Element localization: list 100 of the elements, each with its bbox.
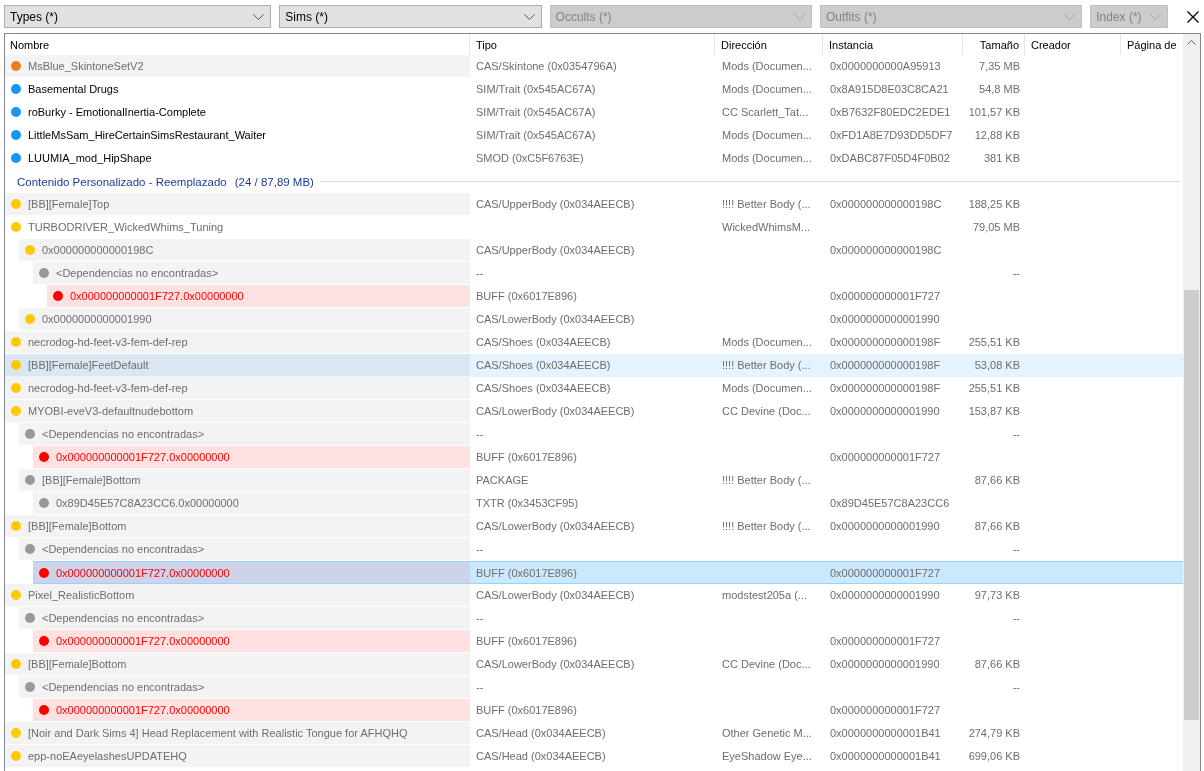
folder-path: Mods (Documen...	[722, 60, 812, 72]
folder-path: CC Devine (Doc...	[722, 658, 811, 670]
tree-row[interactable]: 0x0000000000001990 CAS/LowerBody (0x034AEECB) 0x0000000000001990	[19, 308, 1183, 331]
file-size: 699,06 KB	[968, 750, 1020, 762]
file-name: necrodog-hd-feet-v3-fem-def-rep	[28, 382, 188, 394]
tree-row[interactable]: roBurky - EmotionalInertia-Complete SIM/Trait (0x545AC67A) CC Scarlett_Tat... 0xB7632F80EDC2EDE1 101,57 KB	[5, 101, 1183, 124]
type-label: BUFF (0x6017E896)	[476, 635, 577, 647]
file-name: MYOBI-eveV3-defaultnudebottom	[28, 405, 194, 417]
folder-path: !!!! Better Body (...	[722, 359, 811, 371]
file-size: 7,35 MB	[979, 60, 1020, 72]
tree-row[interactable]: necrodog-hd-feet-v3-fem-def-rep CAS/Shoes (0x034AEECB) Mods (Documen... 0x000000000000198F 255,51 KB	[5, 331, 1183, 354]
tree-row[interactable]: <Dependencias no encontradas> -- --	[19, 607, 1183, 630]
file-name: Basemental Drugs	[28, 83, 119, 95]
folder-path: Mods (Documen...	[722, 129, 812, 141]
file-name: [BB][Female]Bottom	[28, 520, 127, 532]
instance-id: 0x000000000000198C	[830, 244, 942, 256]
instance-id: 0x000000000001F727	[830, 635, 941, 647]
type-label: CAS/LowerBody (0x034AEECB)	[476, 520, 635, 532]
file-name: [BB][Female]Top	[28, 198, 110, 210]
tree-row[interactable]: [BB][Female]Bottom CAS/LowerBody (0x034AEECB) !!!! Better Body (... 0x0000000000001990 87,66 KB	[5, 515, 1183, 538]
file-size: 54,8 MB	[979, 83, 1020, 95]
tree-row[interactable]: 0x000000000001F727.0x00000000 BUFF (0x6017E896) 0x000000000001F727	[47, 285, 1183, 308]
tree-row[interactable]: [BB][Female]FeetDefault CAS/Shoes (0x034AEECB) !!!! Better Body (... 0x000000000000198F 53,08 KB	[5, 354, 1183, 377]
file-name: <Dependencias no encontradas>	[42, 543, 205, 555]
instance-id: 0x000000000000198C	[830, 198, 942, 210]
file-size: --	[1012, 681, 1020, 693]
instance-id: 0x000000000001F727	[830, 451, 941, 463]
column-header[interactable]: Tamaño	[963, 34, 1025, 55]
type-label: CAS/Shoes (0x034AEECB)	[476, 382, 611, 394]
tree-row[interactable]: [Noir and Dark Sims 4] Head Replacement with Realistic Tongue for AFHQHQ CAS/Head (0x034AEECB) Other Genetic M... 0x0000000000001B41 274,79 KB	[5, 722, 1183, 745]
file-name: 0x000000000001F727.0x00000000	[56, 635, 230, 647]
file-name: roBurky - EmotionalInertia-Complete	[28, 106, 206, 118]
file-name: <Dependencias no encontradas>	[42, 681, 205, 693]
tree-row[interactable]: <Dependencias no encontradas> -- --	[33, 262, 1183, 285]
type-label: CAS/UpperBody (0x034AEECB)	[476, 198, 635, 210]
folder-path: !!!! Better Body (...	[722, 474, 811, 486]
tree-row[interactable]: 0x000000000001F727.0x00000000 BUFF (0x6017E896) 0x000000000001F727	[33, 630, 1183, 653]
file-size: 12,88 KB	[974, 129, 1020, 141]
type-label: BUFF (0x6017E896)	[476, 290, 577, 302]
tree-row[interactable]: 0x000000000000198C CAS/UpperBody (0x034AEECB) 0x000000000000198C	[19, 239, 1183, 262]
folder-path: CC Scarlett_Tat...	[722, 106, 809, 118]
file-size: 255,51 KB	[968, 336, 1020, 348]
tree-row[interactable]: LUUMIA_mod_HipShape SMOD (0xC5F6763E) Mods (Documen... 0xDABC87F05D4F0B02 381 KB	[5, 147, 1183, 170]
type-label: BUFF (0x6017E896)	[476, 704, 577, 716]
tree-row[interactable]: MYOBI-eveV3-defaultnudebottom CAS/LowerBody (0x034AEECB) CC Devine (Doc... 0x0000000000001990 153,87 KB	[5, 400, 1183, 423]
folder-path: Other Genetic M...	[722, 727, 812, 739]
tree-row[interactable]: <Dependencias no encontradas> -- --	[19, 538, 1183, 561]
scrollbar[interactable]	[1183, 34, 1200, 771]
group-count: (24 / 87,89 MB)	[234, 175, 314, 188]
column-header[interactable]: Instancia	[823, 34, 963, 55]
file-size: 97,73 KB	[974, 589, 1020, 601]
chevron-up-icon[interactable]	[1187, 40, 1196, 45]
instance-id: 0xDABC87F05D4F0B02	[830, 152, 950, 164]
tree-row[interactable]: 0x000000000001F727.0x00000000 BUFF (0x6017E896) 0x000000000001F727	[33, 699, 1183, 722]
type-label: CAS/UpperBody (0x034AEECB)	[476, 244, 635, 256]
scrollbar-thumb[interactable]	[1184, 290, 1199, 720]
instance-id: 0x000000000000198F	[830, 359, 941, 371]
file-size: --	[1012, 543, 1020, 555]
tree-row[interactable]: Pixel_RealisticBottom CAS/LowerBody (0x034AEECB) modstest205a (... 0x0000000000001990 97,73 KB	[5, 584, 1183, 607]
type-label: --	[476, 267, 484, 279]
file-name: MsBlue_SkintoneSetV2	[28, 60, 144, 72]
instance-id: 0x0000000000001990	[830, 589, 940, 601]
column-header[interactable]: Página de	[1121, 34, 1183, 55]
instance-id: 0x0000000000001B41	[830, 750, 941, 762]
tree-row[interactable]: Basemental Drugs SIM/Trait (0x545AC67A) Mods (Documen... 0x8A915D8E03C8CA21 54,8 MB	[5, 78, 1183, 101]
file-name: 0x0000000000001990	[42, 313, 152, 325]
type-label: --	[476, 612, 484, 624]
instance-id: 0x8A915D8E03C8CA21	[830, 83, 949, 95]
type-label: CAS/Shoes (0x034AEECB)	[476, 336, 611, 348]
chevron-down-icon	[793, 13, 805, 20]
filter-dropdown[interactable]: Types (*)	[4, 5, 272, 28]
folder-path: CC Devine (Doc...	[722, 405, 811, 417]
tree-row[interactable]: 0x000000000001F727.0x00000000 BUFF (0x6017E896) 0x000000000001F727	[33, 446, 1183, 469]
tree-row[interactable]: epp-noEAeyelashesUPDATEHQ CAS/Head (0x034AEECB) EyeShadow Eye... 0x0000000000001B41 699,06 KB	[5, 745, 1183, 768]
file-size: 87,66 KB	[974, 658, 1020, 670]
tree-row[interactable]: 0x000000000001F727.0x00000000 BUFF (0x6017E896) 0x000000000001F727	[33, 561, 1183, 584]
filter-dropdown[interactable]: Sims (*)	[279, 5, 542, 28]
tree-row[interactable]: LittleMsSam_HireCertainSimsRestaurant_Waiter SIM/Trait (0x545AC67A) Mods (Documen... 0xFD1A8E7D93DD5DF7 12,88 KB	[5, 124, 1183, 147]
type-label: CAS/LowerBody (0x034AEECB)	[476, 313, 635, 325]
tree-row[interactable]: necrodog-hd-feet-v3-fem-def-rep CAS/Shoes (0x034AEECB) Mods (Documen... 0x000000000000198F 255,51 KB	[5, 377, 1183, 400]
tree-row[interactable]: MsBlue_SkintoneSetV2 CAS/Skintone (0x0354796A) Mods (Documen... 0x0000000000A95913 7,35 MB	[5, 55, 1183, 78]
column-header[interactable]: Dirección	[715, 34, 823, 55]
type-label: SIM/Trait (0x545AC67A)	[476, 83, 596, 95]
tree-row[interactable]: TURBODRIVER_WickedWhims_Tuning WickedWhimsM... 79,05 MB	[5, 216, 1183, 239]
tree-row[interactable]: 0x89D45E57C8A23CC6.0x00000000 TXTR (0x3453CF95) 0x89D45E57C8A23CC6	[33, 492, 1183, 515]
tree-row[interactable]: [BB][Female]Bottom PACKAGE !!!! Better Body (... 87,66 KB	[19, 469, 1183, 492]
tree-row[interactable]: <Dependencias no encontradas> -- --	[19, 423, 1183, 446]
tree-row[interactable]: <Dependencias no encontradas> -- --	[19, 676, 1183, 699]
file-name: LUUMIA_mod_HipShape	[28, 152, 152, 164]
instance-id: 0x0000000000001B41	[830, 727, 941, 739]
file-name: <Dependencias no encontradas>	[42, 612, 205, 624]
file-name: [Noir and Dark Sims 4] Head Replacement with Realistic Tongue for AFHQHQ	[28, 727, 408, 739]
chevron-down-icon	[1064, 13, 1076, 20]
folder-path: !!!! Better Body (...	[722, 520, 811, 532]
type-label: CAS/Skintone (0x0354796A)	[476, 60, 617, 72]
tree-row[interactable]: [BB][Female]Top CAS/UpperBody (0x034AEECB) !!!! Better Body (... 0x000000000000198C 188,25 KB	[5, 193, 1183, 216]
column-header[interactable]: Creador	[1025, 34, 1121, 55]
type-label: --	[476, 428, 484, 440]
tree-row[interactable]: [BB][Female]Bottom CAS/LowerBody (0x034AEECB) CC Devine (Doc... 0x0000000000001990 87,66 KB	[5, 653, 1183, 676]
column-header[interactable]: Tipo	[470, 34, 715, 55]
